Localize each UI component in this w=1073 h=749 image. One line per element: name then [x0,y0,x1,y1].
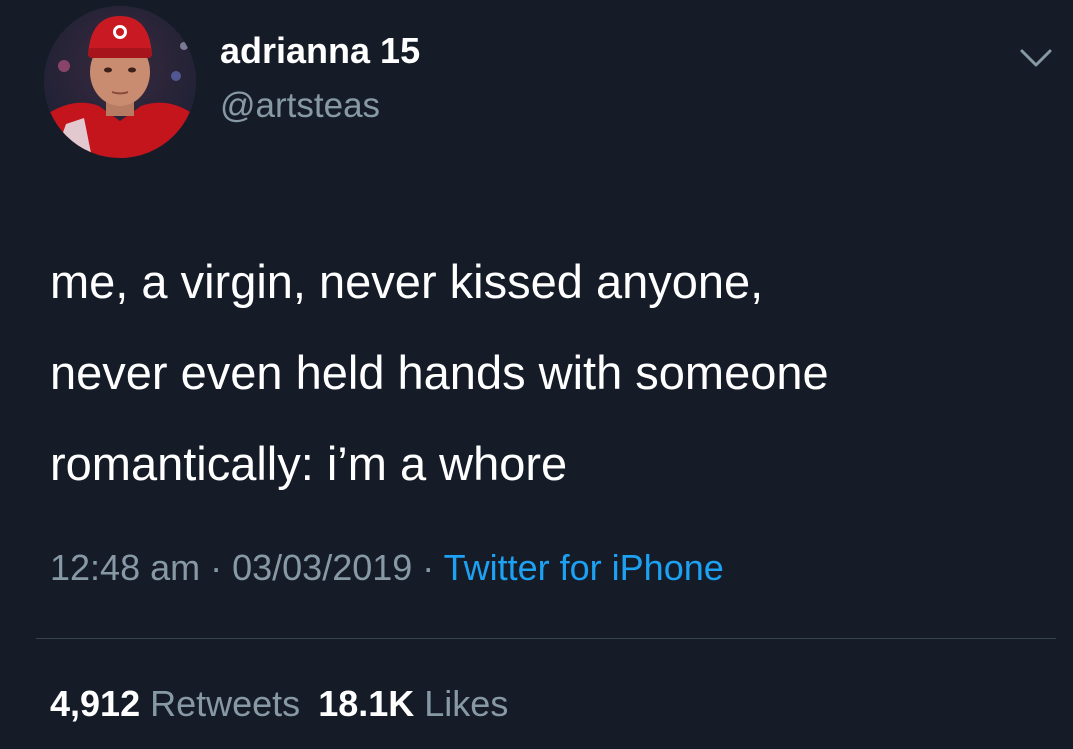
avatar[interactable] [44,6,196,158]
likes-stat[interactable]: 18.1K Likes [318,683,508,724]
likes-count: 18.1K [318,683,415,724]
user-handle[interactable]: @artsteas [220,86,380,126]
display-name[interactable]: adrianna 15 [220,30,420,72]
retweets-stat[interactable]: 4,912 Retweets [50,683,300,724]
tweet-text-line: romantically: i’m a whore [50,437,568,490]
tweet-stats: 4,912 Retweets 18.1K Likes [50,683,508,725]
tweet-text: me, a virgin, never kissed anyone, never… [50,236,1050,509]
meta-separator: · [200,547,233,588]
likes-label: Likes [424,683,509,724]
tweet-meta: 12:48 am · 03/03/2019 · Twitter for iPho… [50,547,724,589]
chevron-down-icon[interactable] [1014,40,1058,76]
tweet-text-line: me, a virgin, never kissed anyone, [50,255,764,308]
retweets-count: 4,912 [50,683,141,724]
tweet-date[interactable]: 03/03/2019 [232,547,412,588]
tweet-text-line: never even held hands with someone [50,346,829,399]
tweet-time[interactable]: 12:48 am [50,547,200,588]
tweet-card: adrianna 15 @artsteas me, a virgin, neve… [0,0,1073,749]
divider [36,638,1056,639]
avatar-image [44,6,196,158]
tweet-source-link[interactable]: Twitter for iPhone [444,547,724,588]
retweets-label: Retweets [150,683,301,724]
meta-separator: · [412,547,444,588]
